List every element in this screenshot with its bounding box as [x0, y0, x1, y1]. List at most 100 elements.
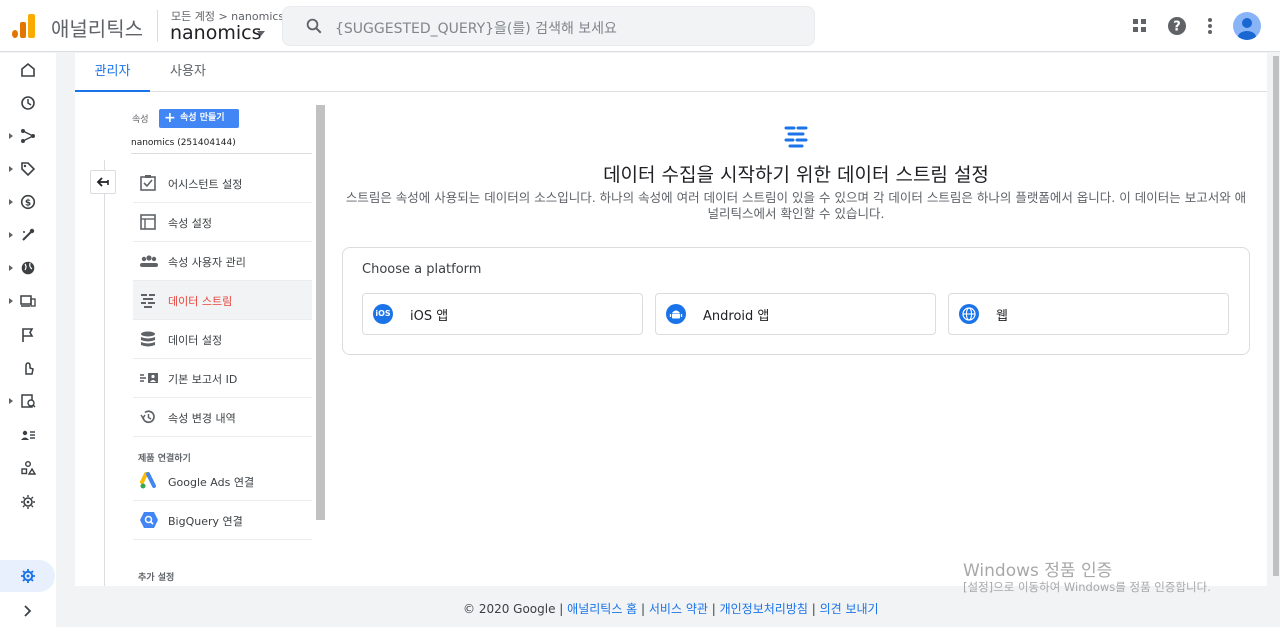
arrow-back-icon	[96, 177, 109, 187]
platform-label: iOS 앱	[410, 309, 449, 324]
app-name[interactable]: 애널리틱스	[51, 13, 143, 42]
expand-arrow-icon	[9, 398, 13, 404]
column-divider	[104, 160, 105, 590]
expand-arrow-icon	[9, 298, 13, 304]
choose-platform-label: Choose a platform	[362, 262, 482, 277]
menu-data-settings[interactable]: 데이터 설정	[133, 320, 312, 359]
conversions-icon	[25, 362, 34, 375]
menu-bigquery-link[interactable]: BigQuery 연결	[133, 501, 312, 540]
web-button[interactable]: 웹	[948, 293, 1229, 335]
clock-icon	[21, 96, 35, 110]
page-description: 스트림은 속성에 사용되는 데이터의 소스입니다. 하나의 속성에 여러 데이터…	[345, 190, 1247, 221]
history-icon	[140, 410, 155, 424]
footer-link-feedback[interactable]: 의견 보내기	[820, 602, 879, 616]
activation-watermark-text: [설정]으로 이동하여 Windows를 정품 인증합니다.	[963, 580, 1211, 594]
ios-app-button[interactable]: iOS iOS 앱	[362, 293, 643, 335]
nav-events[interactable]	[0, 320, 56, 350]
expand-arrow-icon	[9, 199, 13, 205]
footer-link-home[interactable]: 애널리틱스 홈	[567, 602, 637, 616]
property-label: 속성	[132, 115, 149, 125]
nav-audience[interactable]	[0, 420, 56, 450]
footer-link-privacy[interactable]: 개인정보처리방침	[720, 602, 808, 616]
nav-monetization[interactable]: $	[0, 187, 56, 217]
divider	[157, 10, 158, 42]
menu-property-settings[interactable]: 속성 설정	[133, 203, 312, 242]
nav-tags[interactable]	[0, 154, 56, 184]
menu-change-history[interactable]: 속성 변경 내역	[133, 398, 312, 437]
menu-reporting-id[interactable]: 기본 보고서 ID	[133, 359, 312, 398]
nav-expand[interactable]	[0, 596, 56, 626]
menu-label: 기본 보고서 ID	[168, 373, 238, 386]
svg-text:?: ?	[1173, 20, 1181, 35]
additional-settings-header: 추가 설정	[138, 573, 175, 583]
expand-icon	[24, 605, 32, 617]
account-avatar-icon[interactable]	[1233, 12, 1261, 40]
menu-data-streams[interactable]: 데이터 스트림	[133, 281, 312, 320]
footer-link-terms[interactable]: 서비스 약관	[649, 602, 708, 616]
menu-google-ads-link[interactable]: Google Ads 연결	[133, 462, 312, 501]
menu-assistant-setup[interactable]: 어시스턴트 설정	[133, 164, 312, 203]
menu-label: 속성 변경 내역	[168, 412, 236, 425]
analytics-logo[interactable]	[12, 14, 36, 38]
menu-label: 속성 설정	[168, 217, 212, 230]
admin-tabs: 관리자 사용자	[75, 53, 1267, 92]
copyright: © 2020 Google	[463, 602, 556, 616]
nav-engagement[interactable]	[0, 220, 56, 250]
settings-icon	[21, 569, 35, 583]
more-vert-icon[interactable]	[1198, 14, 1222, 38]
expand-arrow-icon	[9, 133, 13, 139]
audience-icon	[21, 430, 35, 440]
settings-scrollbar[interactable]	[316, 105, 325, 520]
plus-icon: +	[164, 110, 176, 126]
menu-label: 속성 사용자 관리	[168, 256, 246, 269]
expand-arrow-icon	[9, 232, 13, 238]
tab-user[interactable]: 사용자	[155, 53, 221, 92]
back-button[interactable]	[90, 170, 116, 194]
page-scrollbar[interactable]	[1273, 56, 1279, 576]
platform-label: Android 앱	[703, 309, 770, 324]
nav-conversions[interactable]	[0, 353, 56, 383]
menu-label: 데이터 스트림	[168, 295, 233, 308]
checklist-icon	[140, 175, 156, 191]
nav-settings[interactable]	[0, 560, 55, 592]
search-placeholder[interactable]: {SUGGESTED_QUERY}을(를) 검색해 보세요	[335, 18, 617, 38]
database-icon	[141, 331, 155, 347]
android-icon	[666, 304, 686, 324]
nav-realtime[interactable]	[0, 88, 56, 118]
devices-icon	[20, 295, 36, 307]
android-app-button[interactable]: Android 앱	[655, 293, 936, 335]
nav-debug[interactable]	[0, 487, 56, 517]
ios-icon: iOS	[373, 304, 393, 324]
caret-down-icon[interactable]	[257, 31, 265, 36]
menu-user-management[interactable]: 속성 사용자 관리	[133, 242, 312, 281]
nav-reports[interactable]	[0, 386, 56, 416]
streams-icon	[141, 294, 155, 308]
create-property-button[interactable]: + 속성 만들기	[159, 109, 239, 128]
acquisition-icon	[21, 129, 35, 143]
menu-label: 어시스턴트 설정	[168, 178, 243, 191]
people-icon	[140, 255, 158, 267]
nav-demographics[interactable]	[0, 253, 56, 283]
help-icon[interactable]: ?	[1165, 14, 1189, 38]
monetization-icon: $	[20, 194, 36, 210]
top-bar: 애널리틱스 모든 계정 > nanomics nanomics {SUGGEST…	[0, 0, 1280, 52]
apps-icon[interactable]	[1128, 14, 1152, 38]
data-streams-icon	[784, 126, 808, 148]
id-icon	[140, 373, 158, 383]
footer-links: © 2020 Google | 애널리틱스 홈 | 서비스 약관 | 개인정보처…	[463, 602, 879, 616]
nav-acquisition[interactable]	[0, 121, 56, 151]
web-globe-icon	[959, 304, 979, 324]
nav-explore[interactable]	[0, 453, 56, 483]
nav-home[interactable]	[0, 55, 56, 85]
search-bar[interactable]: {SUGGESTED_QUERY}을(를) 검색해 보세요	[282, 6, 815, 46]
property-selector[interactable]: nanomics (251404144)	[131, 133, 312, 154]
menu-label: Google Ads 연결	[168, 476, 255, 489]
tab-admin[interactable]: 관리자	[75, 53, 150, 92]
search-icon	[306, 18, 322, 34]
google-ads-icon	[140, 472, 156, 489]
explore-icon	[21, 461, 36, 475]
engagement-icon	[22, 228, 35, 241]
nav-tech[interactable]	[0, 286, 56, 316]
account-selector[interactable]: nanomics	[170, 22, 261, 44]
left-nav: $	[0, 53, 56, 627]
